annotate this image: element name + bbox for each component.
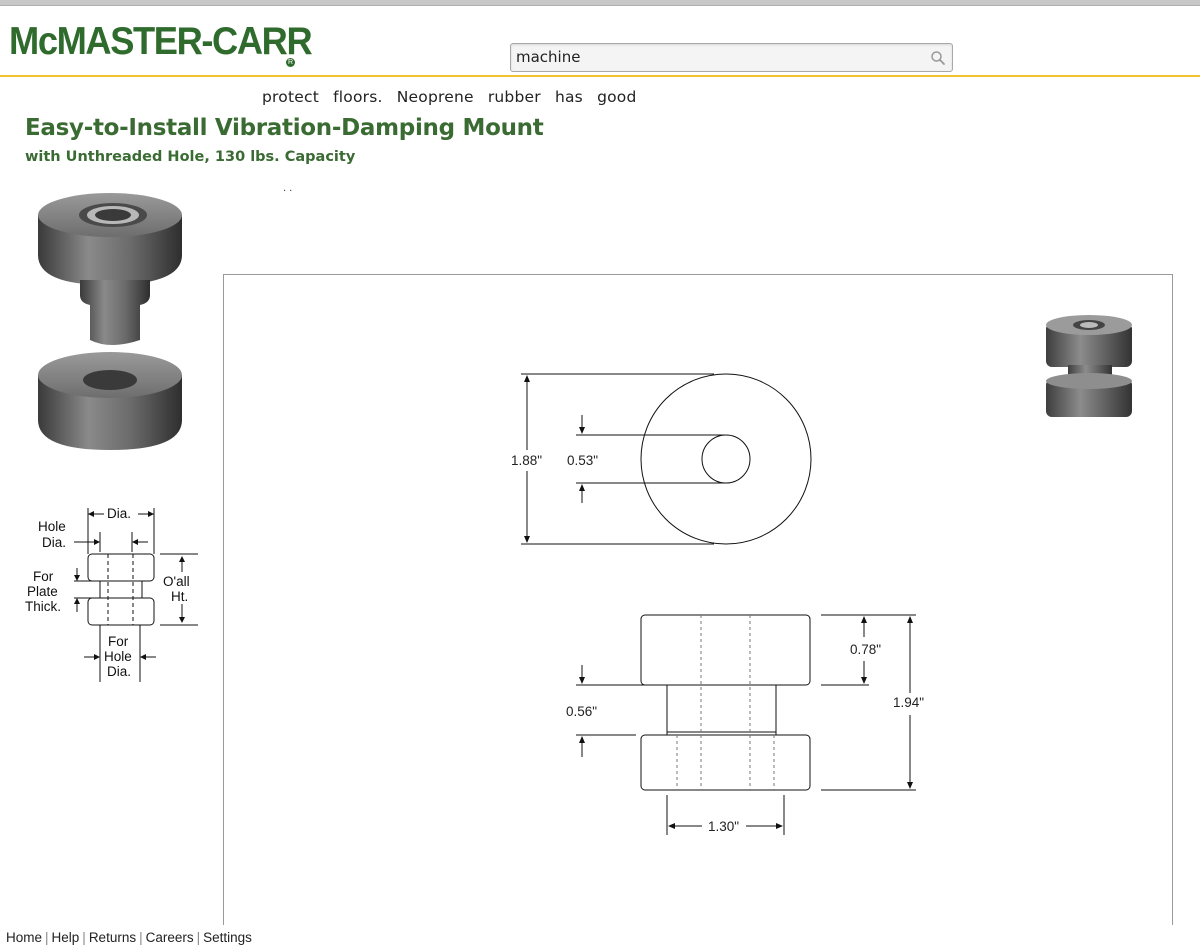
header-divider	[0, 75, 1200, 77]
dim-hole-diameter: 0.53"	[567, 453, 598, 468]
footer-separator: |	[45, 930, 49, 945]
search-icon[interactable]	[930, 50, 946, 66]
technical-drawing: 1.88" 0.53" 0.78" 1.94" 0.56" 1.30"	[511, 315, 1132, 835]
dim-top-height: 0.78"	[850, 642, 881, 657]
product-photo[interactable]	[30, 185, 195, 455]
footer-separator: |	[139, 930, 143, 945]
footer-link-help[interactable]: Help	[52, 930, 80, 945]
footer-link-settings[interactable]: Settings	[203, 930, 252, 945]
footer-separator: |	[196, 930, 201, 945]
label-plate: Plate	[27, 584, 58, 599]
footer-links: Home | Help | Returns | Careers | Settings	[6, 930, 252, 945]
registered-mark-icon: R	[286, 58, 295, 67]
label-hole-2: Hole	[104, 649, 132, 664]
footer-link-home[interactable]: Home	[6, 930, 42, 945]
product-subtitle: with Unthreaded Hole, 130 lbs. Capacity	[25, 149, 356, 165]
site-header: McMASTER-CARR R	[0, 6, 1200, 76]
label-hole: Hole	[38, 519, 66, 534]
dim-outer-diameter: 1.88"	[511, 453, 542, 468]
product-description-fragment: protect floors. Neoprene rubber has good	[262, 88, 637, 106]
label-oall: O'all	[163, 574, 190, 589]
dim-plate-thickness: 0.56"	[566, 704, 597, 719]
mcmaster-logo[interactable]: McMASTER-CARR	[9, 20, 313, 64]
dim-stem-diameter: 1.30"	[708, 819, 739, 834]
search-input[interactable]	[516, 46, 921, 68]
technical-drawing-panel: 1.88" 0.53" 0.78" 1.94" 0.56" 1.30"	[223, 274, 1173, 936]
search-box[interactable]	[510, 43, 953, 72]
label-dia-2: Dia.	[107, 664, 131, 679]
description-overflow-dots: ..	[283, 183, 296, 194]
mount-thumbnail[interactable]	[1046, 315, 1132, 417]
label-ht: Ht.	[171, 589, 188, 604]
label-for-2: For	[108, 634, 129, 649]
footer-link-returns[interactable]: Returns	[89, 930, 136, 945]
footer: Home | Help | Returns | Careers | Settings	[0, 925, 1200, 951]
product-title: Easy-to-Install Vibration-Damping Mount	[25, 115, 544, 141]
label-thick: Thick.	[25, 599, 61, 614]
footer-link-careers[interactable]: Careers	[146, 930, 194, 945]
label-for: For	[33, 569, 54, 584]
dimension-key-diagram: Dia. Hole Dia. For Plate Thick. O'all Ht…	[25, 506, 198, 682]
label-hole-dia: Dia.	[42, 535, 66, 550]
dim-overall-height: 1.94"	[893, 695, 924, 710]
footer-separator: |	[82, 930, 86, 945]
label-dia: Dia.	[107, 506, 131, 521]
